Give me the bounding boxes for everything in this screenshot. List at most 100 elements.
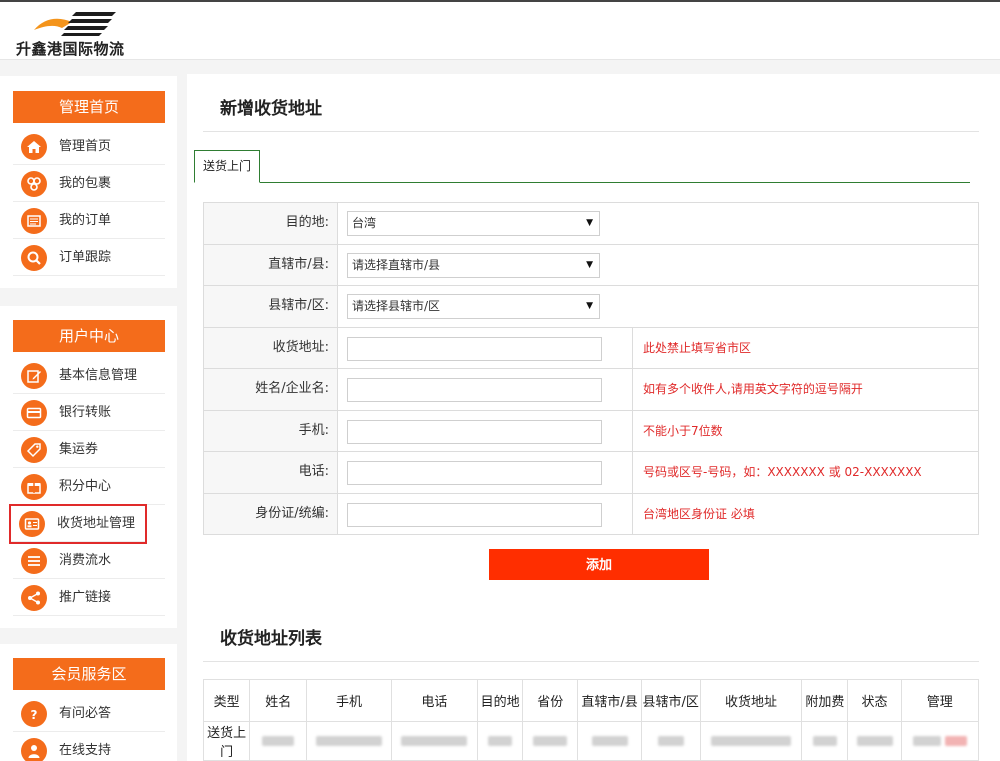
column-header: 管理: [900, 679, 980, 722]
sidebar-item-label: 我的订单: [59, 213, 112, 228]
cell-status-redacted: [847, 721, 902, 761]
cell-address-redacted: [699, 721, 803, 761]
form-row-district: 县辖市/区: 请选择县辖市/区 ▼: [204, 286, 979, 328]
sidebar-item-online-support[interactable]: 在线支持: [13, 733, 165, 761]
county-select[interactable]: 请选择直辖市/县 ▼: [347, 252, 600, 278]
field-label: 电话:: [204, 452, 338, 493]
title-divider: [203, 661, 979, 662]
coupon-icon: [21, 437, 47, 463]
sidebar-item-orders[interactable]: 我的订单: [13, 203, 165, 239]
column-header: 省份: [522, 679, 579, 722]
hint-cell: 不能小于7位数: [632, 410, 980, 451]
field-hint: 号码或区号-号码，如：XXXXXXX 或 02-XXXXXXX: [643, 465, 922, 479]
form-row-address: 收货地址: 此处禁止填写省市区: [204, 327, 979, 369]
select-value: 请选择县辖市/区: [352, 299, 441, 313]
sidebar-item-label: 积分中心: [59, 479, 112, 494]
panel-title-home[interactable]: 管理首页: [13, 91, 165, 123]
address-list-table: 类型 姓名 手机 电话 目的地 省份 直辖市/县 县辖市/区 收货地址 附加费 …: [202, 679, 980, 761]
column-header: 收货地址: [699, 679, 803, 722]
sidebar-item-label: 我的包裹: [59, 176, 112, 191]
panel-title-user-center[interactable]: 用户中心: [13, 320, 165, 352]
sidebar-item-label: 管理首页: [59, 139, 112, 154]
mobile-input[interactable]: [347, 419, 602, 444]
hint-cell: 台湾地区身份证 必填: [632, 493, 980, 534]
gift-icon: [21, 474, 47, 500]
sidebar-item-label: 在线支持: [59, 743, 112, 758]
sidebar-item-points[interactable]: 积分中心: [13, 469, 165, 505]
name-input[interactable]: [347, 378, 602, 402]
user-icon: [21, 738, 47, 761]
hint-cell: 号码或区号-号码，如：XXXXXXX 或 02-XXXXXXX: [632, 452, 980, 493]
form-row-id-number: 身份证/统编: 台湾地区身份证 必填: [204, 493, 980, 535]
district-select[interactable]: 请选择县辖市/区 ▼: [347, 294, 600, 319]
orders-icon: [21, 208, 47, 234]
sidebar-panel-home: 管理首页 管理首页 我的包裹 我的订单 订单跟踪: [0, 76, 177, 288]
column-header: 手机: [306, 679, 392, 722]
sidebar-item-profile[interactable]: 基本信息管理: [13, 358, 165, 394]
table-header-row: 类型 姓名 手机 电话 目的地 省份 直辖市/县 县辖市/区 收货地址 附加费 …: [202, 679, 980, 722]
cell-district-redacted: [640, 721, 701, 761]
sidebar-item-label: 基本信息管理: [59, 368, 138, 383]
search-icon: [21, 245, 47, 271]
packages-icon: [21, 171, 47, 197]
sidebar-item-label: 有问必答: [59, 706, 112, 721]
form-row-county: 直辖市/县: 请选择直辖市/县 ▼: [204, 244, 979, 286]
chevron-down-icon: ▼: [586, 218, 593, 228]
svg-text:?: ?: [31, 708, 38, 722]
column-header: 直辖市/县: [577, 679, 642, 722]
top-bar: 升鑫港国际物流: [0, 0, 1000, 60]
field-hint: 此处禁止填写省市区: [643, 340, 752, 355]
field-label: 手机:: [204, 410, 338, 451]
chevron-down-icon: ▼: [586, 301, 593, 311]
sidebar-item-label: 订单跟踪: [59, 250, 112, 265]
column-header: 姓名: [249, 679, 308, 722]
field-label: 收货地址:: [204, 327, 338, 368]
form-title: 新增收货地址: [220, 99, 322, 119]
sidebar-item-dashboard[interactable]: 管理首页: [13, 129, 165, 165]
sidebar-item-referral-link[interactable]: 推广链接: [13, 580, 165, 616]
id-number-input[interactable]: [347, 502, 602, 527]
phone-input[interactable]: [347, 461, 602, 485]
sidebar-panel-user-center: 用户中心 基本信息管理 银行转账 集运券 积分中心 收货地址管理 消费流水 推广…: [0, 306, 177, 628]
sidebar-item-faq[interactable]: ? 有问必答: [13, 696, 165, 732]
cell-actions-redacted[interactable]: [900, 721, 980, 761]
cell-mobile-redacted: [306, 721, 392, 761]
destination-select[interactable]: 台湾 ▼: [347, 211, 600, 236]
sidebar-panel-member-service: 会员服务区 ? 有问必答 在线支持: [0, 644, 177, 761]
brand-name: 升鑫港国际物流: [16, 40, 125, 58]
chevron-down-icon: ▼: [586, 259, 593, 270]
field-label: 目的地:: [204, 203, 338, 244]
sidebar-item-label: 收货地址管理: [57, 516, 136, 531]
sidebar-item-bank-transfer[interactable]: 银行转账: [13, 395, 165, 431]
sidebar-item-packages[interactable]: 我的包裹: [13, 166, 165, 202]
sidebar-item-coupons[interactable]: 集运券: [13, 432, 165, 468]
tab-underline: [194, 182, 970, 183]
field-hint: 不能小于7位数: [643, 423, 723, 438]
cell-phone-redacted: [390, 721, 479, 761]
question-icon: ?: [21, 701, 47, 727]
field-label: 身份证/统编:: [204, 493, 338, 534]
cell-type: 送货上门: [202, 721, 251, 761]
list-icon: [21, 548, 47, 574]
sidebar-item-label: 推广链接: [59, 590, 112, 605]
address-card-icon: [19, 511, 45, 537]
select-value: 台湾: [352, 216, 377, 230]
address-form: 目的地: 台湾 ▼ 直辖市/县: 请选择直辖市/县 ▼ 县辖市/区: 请选择县辖市/…: [203, 202, 979, 535]
brand-logo[interactable]: 升鑫港国际物流: [16, 6, 126, 58]
sidebar-item-address-management[interactable]: 收货地址管理: [9, 504, 147, 544]
add-button[interactable]: 添加: [489, 549, 709, 580]
column-header: 类型: [202, 679, 251, 722]
sidebar-item-transactions[interactable]: 消费流水: [13, 543, 165, 579]
field-label: 直辖市/县:: [204, 244, 338, 285]
logo-mark-icon: [34, 12, 116, 36]
panel-title-member-service[interactable]: 会员服务区: [13, 658, 165, 690]
edit-icon: [21, 363, 47, 389]
cell-destination-redacted: [477, 721, 524, 761]
tab-home-delivery[interactable]: 送货上门: [194, 150, 260, 183]
field-label: 县辖市/区:: [204, 286, 338, 327]
select-value: 请选择直辖市/县: [352, 257, 441, 272]
title-divider: [203, 131, 979, 132]
card-icon: [21, 400, 47, 426]
sidebar-item-tracking[interactable]: 订单跟踪: [13, 240, 165, 276]
address-input[interactable]: [347, 336, 602, 361]
